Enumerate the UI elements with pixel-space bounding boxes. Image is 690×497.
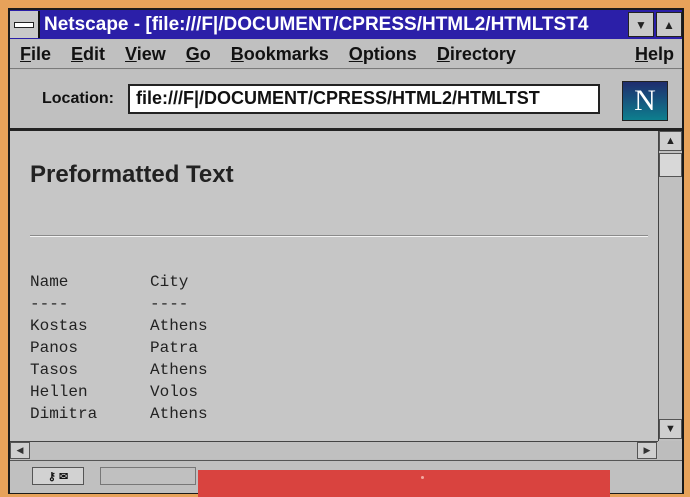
arrow-up-icon: ▲	[665, 135, 676, 147]
window-title: Netscape - [file:///F|/DOCUMENT/CPRESS/H…	[44, 13, 589, 35]
preformatted-table: Name City ---- ---- Kostas Athens Panos …	[30, 271, 208, 425]
table-cell: ----	[30, 295, 69, 313]
table-cell: Dimitra	[30, 405, 98, 423]
menu-go[interactable]: Go	[176, 44, 221, 65]
horizontal-rule	[30, 235, 648, 237]
maximize-button[interactable]: ▲	[656, 12, 682, 37]
table-cell: Volos	[150, 383, 199, 401]
red-overlay-dot	[421, 476, 424, 479]
table-cell: Patra	[150, 339, 199, 357]
page-heading: Preformatted Text	[30, 161, 234, 188]
location-label: Location:	[42, 90, 114, 107]
arrow-left-icon: ◀	[16, 445, 24, 455]
table-cell: Athens	[150, 361, 208, 379]
location-toolbar: Location: file:///F|/DOCUMENT/CPRESS/HTM…	[10, 70, 682, 131]
table-header-row: Name City	[30, 271, 208, 293]
triangle-down-icon: ▼	[635, 17, 647, 32]
location-input[interactable]: file:///F|/DOCUMENT/CPRESS/HTML2/HTMLTST	[128, 84, 600, 114]
menu-bookmarks[interactable]: Bookmarks	[221, 44, 339, 65]
scroll-down-button[interactable]: ▼	[659, 419, 682, 439]
title-bar[interactable]: Netscape - [file:///F|/DOCUMENT/CPRESS/H…	[10, 10, 682, 39]
table-cell: Panos	[30, 339, 79, 357]
table-cell: ----	[150, 295, 189, 313]
menu-edit[interactable]: Edit	[61, 44, 115, 65]
scroll-up-button[interactable]: ▲	[659, 131, 682, 151]
red-overlay-panel	[198, 470, 610, 497]
vertical-scrollbar[interactable]: ▲ ▼	[658, 131, 682, 441]
system-menu-button[interactable]	[10, 11, 40, 38]
menu-directory[interactable]: Directory	[427, 44, 526, 65]
security-key-icon[interactable]: ⚷ ✉	[32, 467, 84, 485]
vertical-scroll-thumb[interactable]	[659, 153, 682, 177]
menu-help[interactable]: Help	[625, 44, 682, 65]
triangle-up-icon: ▲	[663, 17, 675, 32]
menu-bar: File Edit View Go Bookmarks Options Dire…	[10, 40, 682, 69]
table-cell: Athens	[150, 405, 208, 423]
menu-file[interactable]: File	[10, 44, 61, 65]
scroll-right-button[interactable]: ▶	[637, 442, 657, 459]
table-row: Panos Patra	[30, 337, 208, 359]
browser-window: Netscape - [file:///F|/DOCUMENT/CPRESS/H…	[8, 8, 684, 494]
table-cell: Athens	[150, 317, 208, 335]
menu-view[interactable]: View	[115, 44, 176, 65]
scroll-left-button[interactable]: ◀	[10, 442, 30, 459]
table-cell: Hellen	[30, 383, 88, 401]
netscape-logo-icon[interactable]: N	[622, 81, 668, 121]
menu-options[interactable]: Options	[339, 44, 427, 65]
arrow-right-icon: ▶	[643, 445, 651, 455]
minimize-button[interactable]: ▼	[628, 12, 654, 37]
table-separator-row: ---- ----	[30, 293, 208, 315]
table-cell: Tasos	[30, 361, 79, 379]
table-row: Kostas Athens	[30, 315, 208, 337]
table-cell: Kostas	[30, 317, 88, 335]
table-cell: City	[150, 273, 189, 291]
system-menu-icon	[14, 21, 34, 28]
horizontal-scrollbar[interactable]: ◀ ▶	[10, 441, 658, 459]
page-content: Preformatted Text Name City ---- ---- Ko…	[10, 131, 658, 441]
arrow-down-icon: ▼	[665, 423, 676, 435]
table-row: Tasos Athens	[30, 359, 208, 381]
table-row: Hellen Volos	[30, 381, 208, 403]
table-cell: Name	[30, 273, 69, 291]
status-progress-field	[100, 467, 196, 485]
table-row: Dimitra Athens	[30, 403, 208, 425]
